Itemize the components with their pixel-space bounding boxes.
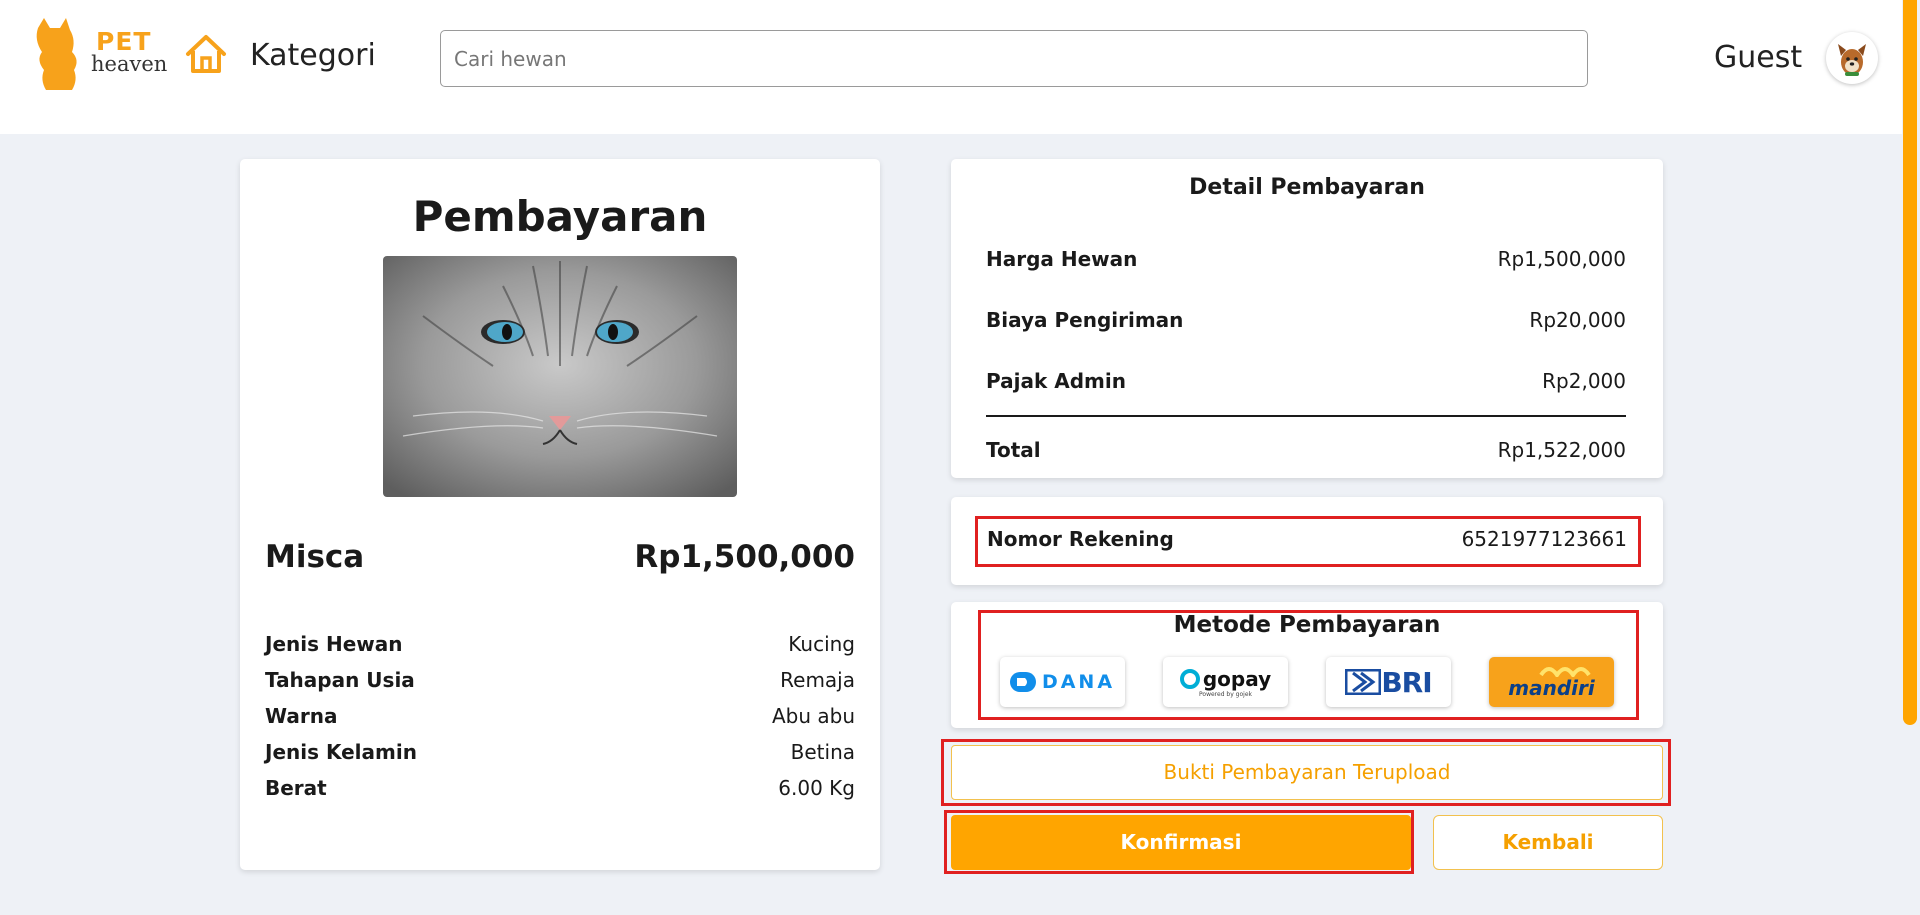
pet-summary-card: Pembayaran Misca Rp1,500,000 Jenis Hewan…: [240, 159, 880, 870]
nav-kategori-link[interactable]: Kategori: [250, 38, 376, 73]
attribute-value: Abu abu: [771, 704, 855, 728]
detail-value: Rp1,500,000: [1497, 247, 1626, 271]
payment-option-mandiri[interactable]: mandiri: [1489, 657, 1614, 707]
detail-label: Harga Hewan: [986, 247, 1138, 271]
payment-option-bri[interactable]: BRI: [1326, 657, 1451, 707]
gopay-subtext: Powered by gojek: [1199, 690, 1252, 698]
attribute-value: Betina: [790, 740, 855, 764]
attribute-label: Jenis Kelamin: [265, 740, 417, 764]
upload-proof-button[interactable]: Bukti Pembayaran Terupload: [951, 745, 1663, 800]
bri-label: BRI: [1381, 665, 1432, 699]
dana-label: DANA: [1041, 671, 1116, 693]
scrollbar-thumb[interactable]: [1903, 0, 1917, 725]
mandiri-label: mandiri: [1508, 676, 1595, 700]
pet-price: Rp1,500,000: [634, 539, 855, 575]
divider: [986, 415, 1626, 417]
total-value: Rp1,522,000: [1497, 438, 1626, 462]
attribute-label: Jenis Hewan: [265, 632, 403, 656]
attribute-label: Warna: [265, 704, 338, 728]
detail-label: Biaya Pengiriman: [986, 308, 1184, 332]
search-input[interactable]: [440, 30, 1588, 87]
account-number-card: Nomor Rekening 6521977123661: [951, 497, 1663, 585]
gopay-label: gopay: [1202, 666, 1272, 691]
account-number-value: 6521977123661: [1461, 527, 1627, 551]
attribute-label: Berat: [265, 776, 327, 800]
bri-logo-icon: [1345, 669, 1382, 695]
avatar[interactable]: [1826, 32, 1878, 84]
dana-logo-icon: [1009, 672, 1036, 692]
mandiri-wave-icon: [1539, 667, 1591, 677]
logo-brand-bottom: heaven: [91, 52, 168, 76]
detail-value: Rp20,000: [1529, 308, 1626, 332]
attribute-value: 6.00 Kg: [778, 776, 855, 800]
gopay-logo-icon: [1179, 668, 1200, 689]
account-number-label: Nomor Rekening: [987, 527, 1174, 551]
payment-option-gopay[interactable]: gopay Powered by gojek: [1163, 657, 1288, 707]
top-navbar: PET heaven Kategori Guest: [0, 0, 1902, 134]
dog-avatar-icon: [1838, 44, 1866, 76]
attribute-value: Remaja: [780, 668, 855, 692]
attribute-label: Tahapan Usia: [265, 668, 415, 692]
total-label: Total: [986, 438, 1041, 462]
payment-option-dana[interactable]: DANA: [1000, 657, 1125, 707]
pet-name: Misca: [265, 539, 365, 575]
page-title: Pembayaran: [412, 192, 708, 241]
detail-value: Rp2,000: [1542, 369, 1626, 393]
payment-detail-card: Detail Pembayaran Harga Hewan Rp1,500,00…: [951, 159, 1663, 478]
home-icon[interactable]: [185, 34, 227, 74]
attribute-value: Kucing: [788, 632, 855, 656]
back-button[interactable]: Kembali: [1433, 815, 1663, 870]
detail-title: Detail Pembayaran: [1189, 175, 1425, 200]
user-name: Guest: [1714, 40, 1803, 75]
payment-method-card: Metode Pembayaran DANA gopay Powered by …: [951, 602, 1663, 728]
detail-label: Pajak Admin: [986, 369, 1126, 393]
pet-photo: [383, 256, 737, 497]
confirm-button[interactable]: Konfirmasi: [951, 815, 1411, 870]
cat-photo-image: [383, 256, 737, 497]
payment-method-title: Metode Pembayaran: [1173, 612, 1441, 638]
